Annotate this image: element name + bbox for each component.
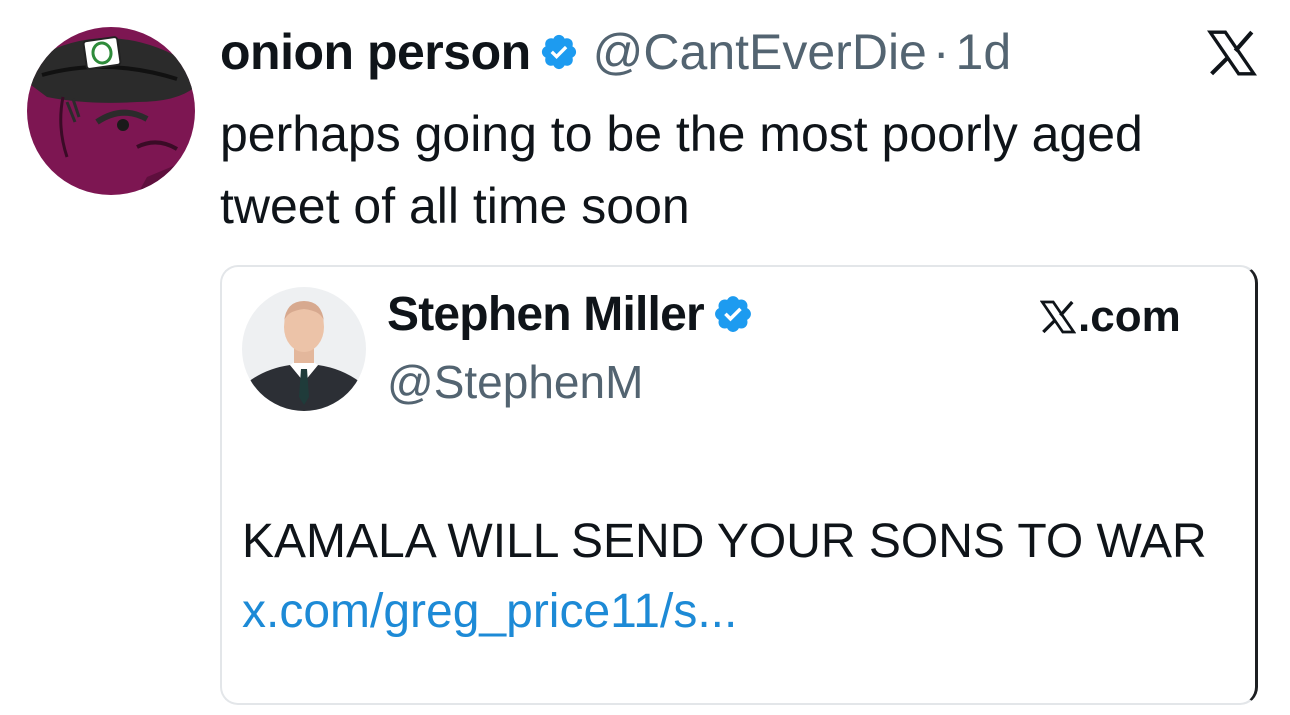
- verified-badge-icon: [714, 296, 751, 332]
- quoted-source-label: .com: [1078, 292, 1181, 341]
- onion-avatar-icon: [27, 27, 195, 195]
- tweet-timestamp[interactable]: 1d: [956, 23, 1012, 81]
- tweet-text: perhaps going to be the most poorly aged…: [220, 106, 1143, 234]
- quoted-tweet-link[interactable]: x.com/greg_price11/s...: [242, 585, 737, 638]
- tweet-header: onion person @CantEverDie · 1d: [220, 22, 1011, 82]
- separator-dot: ·: [932, 24, 950, 80]
- quoted-author-handle[interactable]: @StephenM: [387, 355, 643, 409]
- x-logo-icon[interactable]: [1207, 30, 1257, 76]
- quoted-source-link[interactable]: .com: [1040, 289, 1181, 345]
- author-handle[interactable]: @CantEverDie: [593, 23, 927, 81]
- quoted-author-avatar[interactable]: [242, 287, 366, 411]
- quoted-tweet-body: KAMALA WILL SEND YOUR SONS TO WAR: [242, 515, 1207, 568]
- author-name[interactable]: onion person: [220, 23, 531, 81]
- author-avatar[interactable]: [27, 27, 195, 195]
- quoted-tweet-text: KAMALA WILL SEND YOUR SONS TO WAR x.com/…: [242, 507, 1232, 647]
- verified-badge-icon: [541, 34, 576, 70]
- quoted-author-name[interactable]: Stephen Miller: [387, 287, 705, 342]
- quoted-tweet-card[interactable]: Stephen Miller @StephenM .com KAMALA WIL…: [220, 265, 1258, 705]
- person-avatar-icon: [242, 287, 366, 411]
- x-logo-icon: [1040, 300, 1076, 334]
- quoted-author-row: Stephen Miller: [387, 285, 754, 343]
